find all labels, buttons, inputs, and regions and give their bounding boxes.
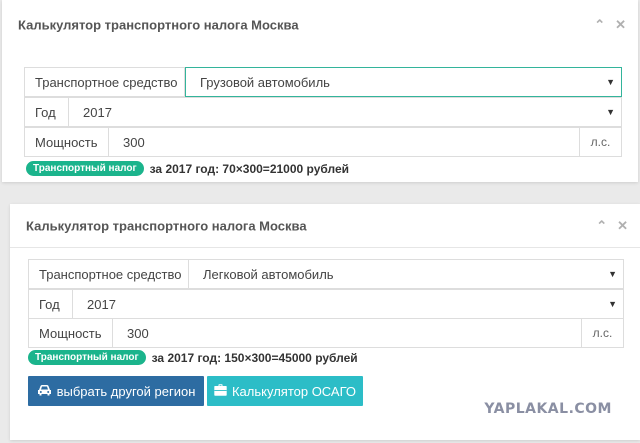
chevron-down-icon: ▼ — [606, 107, 615, 117]
panel-header: Калькулятор транспортного налога Москва … — [2, 0, 638, 50]
chevron-down-icon: ▼ — [608, 299, 617, 309]
tax-result-text: за 2017 год: 70×300=21000 рублей — [149, 161, 349, 176]
year-select[interactable]: 2017 ▼ — [73, 290, 623, 318]
osago-calculator-label: Калькулятор ОСАГО — [231, 383, 357, 399]
year-select[interactable]: 2017 ▼ — [69, 98, 621, 126]
car-icon — [37, 384, 52, 399]
watermark-logo: YAPLAKAL.COM — [484, 401, 612, 417]
vehicle-select-value: Легковой автомобиль — [203, 266, 334, 282]
panel-tools: ⌃ ✕ — [594, 17, 626, 33]
power-input[interactable]: 300 — [109, 128, 579, 156]
power-unit-addon: л.с. — [581, 319, 623, 347]
year-select-value: 2017 — [87, 296, 116, 312]
tax-result: Транспортный налог за 2017 год: 70×300=2… — [26, 161, 349, 176]
panel-tools: ⌃ ✕ — [596, 218, 628, 234]
year-select-value: 2017 — [83, 104, 112, 120]
year-select-row: Год 2017 ▼ — [24, 97, 622, 127]
tax-badge: Транспортный налог — [26, 161, 144, 176]
power-unit-addon: л.с. — [579, 128, 621, 156]
panel-header: Калькулятор транспортного налога Москва … — [10, 204, 640, 248]
vehicle-select-row: Транспортное средство Грузовой автомобил… — [24, 67, 622, 97]
panel-title: Калькулятор транспортного налога Москва — [18, 17, 299, 33]
close-icon[interactable]: ✕ — [617, 218, 628, 234]
collapse-icon[interactable]: ⌃ — [594, 17, 605, 33]
power-input-row: Мощность 300 л.с. — [24, 127, 622, 157]
power-input-row: Мощность 300 л.с. — [28, 318, 624, 348]
power-input-value: 300 — [127, 325, 149, 341]
tax-result-text: за 2017 год: 150×300=45000 рублей — [151, 350, 358, 365]
panel-title: Калькулятор транспортного налога Москва — [26, 218, 307, 233]
osago-calculator-button[interactable]: Калькулятор ОСАГО — [207, 376, 363, 406]
briefcase-icon — [214, 383, 227, 399]
close-icon[interactable]: ✕ — [615, 17, 626, 33]
power-input[interactable]: 300 — [113, 319, 581, 347]
vehicle-label: Транспортное средство — [29, 260, 189, 288]
vehicle-select-row: Транспортное средство Легковой автомобил… — [28, 259, 624, 289]
collapse-icon[interactable]: ⌃ — [596, 218, 607, 234]
year-label: Год — [29, 290, 73, 318]
chevron-down-icon: ▼ — [606, 77, 615, 87]
year-label: Год — [25, 98, 69, 126]
tax-result: Транспортный налог за 2017 год: 150×300=… — [28, 350, 358, 365]
vehicle-select[interactable]: Легковой автомобиль ▼ — [189, 260, 623, 288]
power-label: Мощность — [25, 128, 109, 156]
vehicle-select[interactable]: Грузовой автомобиль ▼ — [185, 67, 622, 97]
chevron-down-icon: ▼ — [608, 269, 617, 279]
power-input-value: 300 — [123, 134, 145, 150]
choose-region-label: выбрать другой регион — [56, 383, 196, 399]
vehicle-select-value: Грузовой автомобиль — [200, 74, 330, 90]
tax-badge: Транспортный налог — [28, 350, 146, 365]
year-select-row: Год 2017 ▼ — [28, 289, 624, 319]
choose-region-button[interactable]: выбрать другой регион — [28, 376, 204, 406]
tax-calculator-panel-truck: Калькулятор транспортного налога Москва … — [2, 0, 638, 182]
vehicle-label: Транспортное средство — [25, 68, 185, 96]
power-label: Мощность — [29, 319, 113, 347]
